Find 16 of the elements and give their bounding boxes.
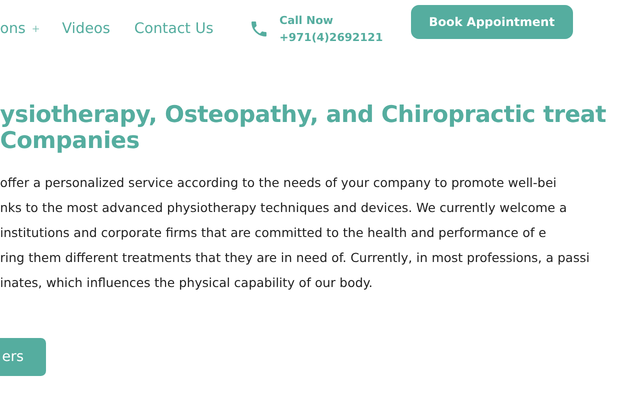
paragraph-line: ring them different treatments that they are in need of. Currently, in most professions, a passi xyxy=(0,249,590,267)
nav-link[interactable]: ons xyxy=(0,21,26,37)
paragraph-line: inates, which influences the physical capability of our body. xyxy=(0,274,373,292)
paragraph-line: institutions and corporate firms that are committed to the health and performance of e xyxy=(0,224,546,242)
heading-line: Companies xyxy=(0,128,140,154)
book-appointment-button[interactable]: Book Appointment xyxy=(410,5,573,39)
paragraph-line: offer a personalized service according to the needs of your company to promote well-bei xyxy=(0,174,557,192)
nav-link[interactable]: Videos xyxy=(62,21,110,37)
heading-line: ysiotherapy, Osteopathy, and Chiropractic treat xyxy=(0,102,606,128)
cta-button[interactable]: ers xyxy=(0,338,46,376)
paragraph-line: nks to the most advanced physiotherapy techniques and devices. We currently welcome a xyxy=(0,199,567,217)
phone-link[interactable]: +971(4)2692121 xyxy=(279,29,383,46)
phone-icon xyxy=(249,19,270,39)
call-label: Call Now xyxy=(279,13,334,29)
nav-link[interactable]: Contact Us xyxy=(134,21,214,37)
submenu-plus-icon[interactable]: + xyxy=(32,24,40,34)
